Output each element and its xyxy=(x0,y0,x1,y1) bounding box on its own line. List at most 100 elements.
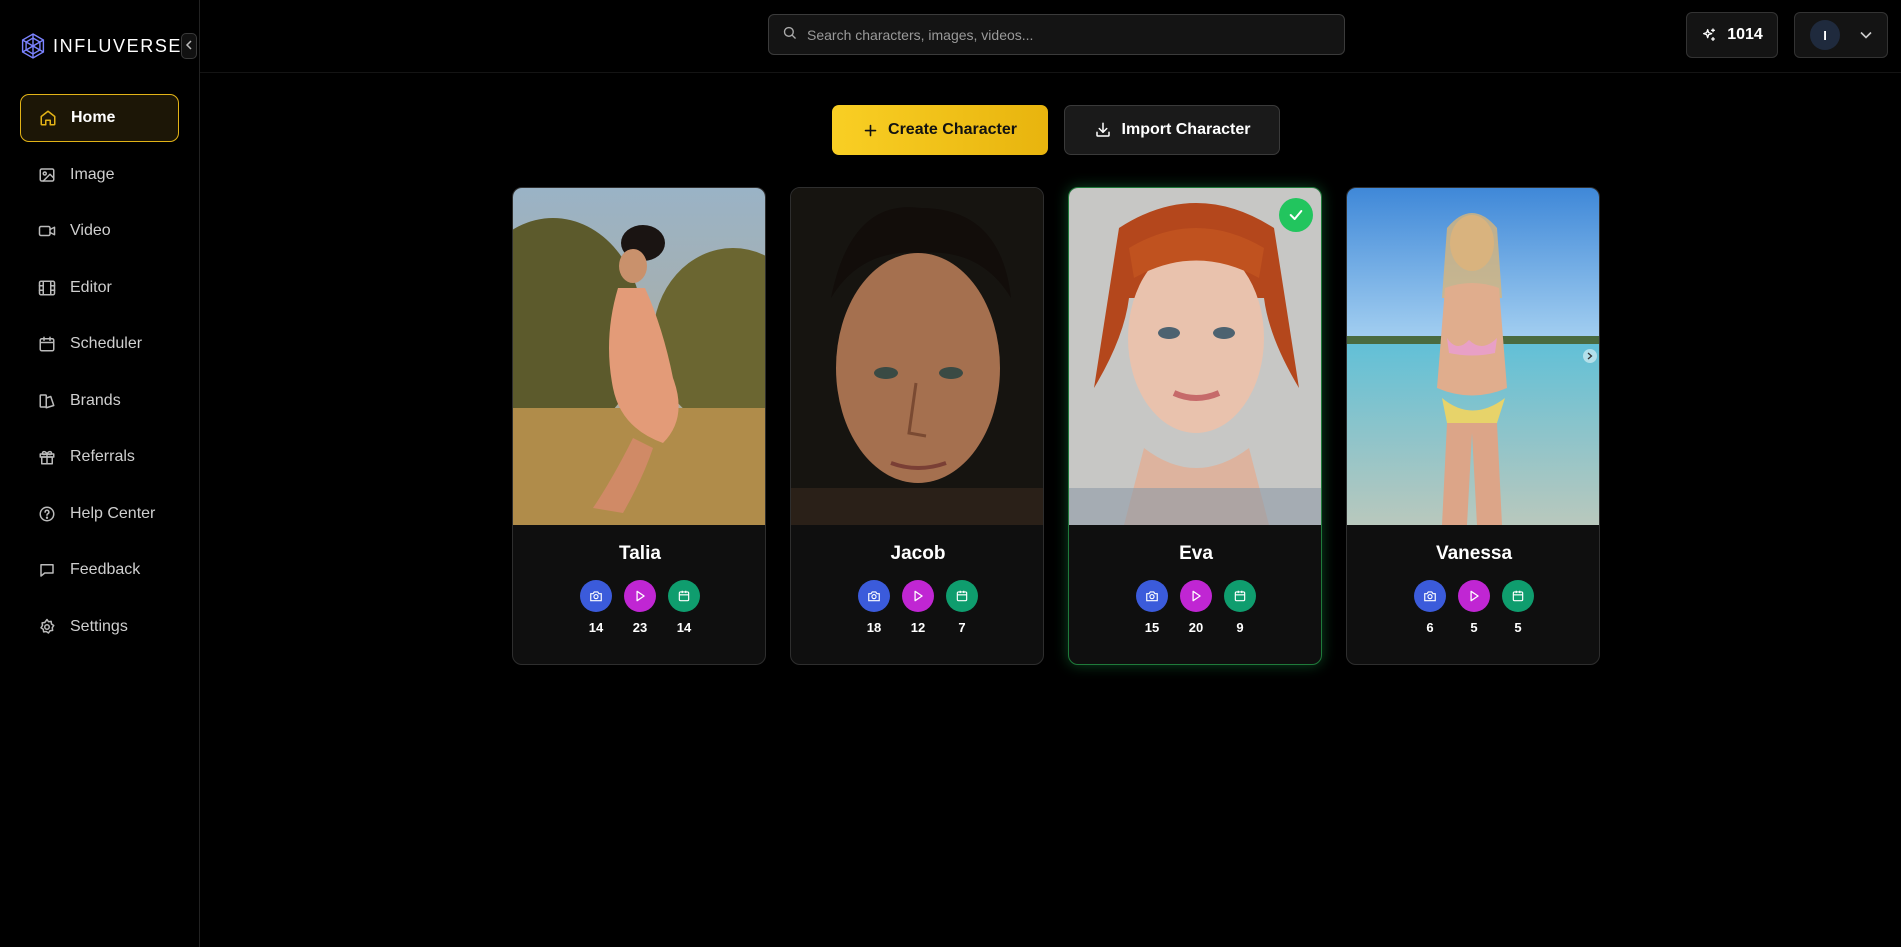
create-character-button[interactable]: Create Character xyxy=(832,105,1048,155)
avatar: I xyxy=(1810,20,1840,50)
character-name: Eva xyxy=(1179,543,1213,564)
camera-icon xyxy=(858,580,890,612)
images-count: 18 xyxy=(866,620,882,635)
gift-icon xyxy=(37,447,57,467)
character-stats: 18 12 7 xyxy=(791,580,1043,635)
videos-count: 12 xyxy=(910,620,926,635)
character-stats: 6 5 5 xyxy=(1347,580,1599,635)
brand-name: INFLUVERSE xyxy=(53,35,183,56)
sidebar-item-label: Video xyxy=(70,222,111,239)
scheduled-stat[interactable]: 9 xyxy=(1224,580,1256,635)
credits-button[interactable]: 1014 xyxy=(1686,12,1778,58)
character-card-vanessa[interactable]: Vanessa 6 5 5 xyxy=(1346,187,1600,665)
account-menu-button[interactable]: I xyxy=(1794,12,1888,58)
message-icon xyxy=(37,560,57,580)
sidebar-item-label: Brands xyxy=(70,391,121,409)
sidebar-item-label: Referrals xyxy=(70,448,135,465)
calendar-icon xyxy=(946,580,978,612)
play-icon xyxy=(1458,580,1490,612)
search-icon xyxy=(782,25,797,45)
sidebar-item-settings[interactable]: Settings xyxy=(20,603,179,651)
videos-stat[interactable]: 20 xyxy=(1180,580,1212,635)
calendar-icon xyxy=(1224,580,1256,612)
sidebar-item-feedback[interactable]: Feedback xyxy=(20,546,179,594)
sidebar-item-brands[interactable]: Brands xyxy=(20,377,179,425)
brand-logo[interactable]: INFLUVERSE xyxy=(19,31,182,61)
videos-stat[interactable]: 23 xyxy=(624,580,656,635)
search-bar[interactable] xyxy=(768,14,1345,55)
images-stat[interactable]: 18 xyxy=(858,580,890,635)
character-card-talia[interactable]: Talia 14 23 14 xyxy=(512,187,766,665)
video-icon xyxy=(37,221,57,241)
images-stat[interactable]: 14 xyxy=(580,580,612,635)
credits-count: 1014 xyxy=(1727,26,1763,43)
play-icon xyxy=(1180,580,1212,612)
character-card-jacob[interactable]: Jacob 18 12 7 xyxy=(790,187,1044,665)
character-photo xyxy=(1347,188,1599,525)
sidebar-item-label: Home xyxy=(71,109,116,126)
sidebar: INFLUVERSE Home Image Video Editor Sched… xyxy=(0,0,200,947)
images-count: 15 xyxy=(1144,620,1160,635)
character-name: Vanessa xyxy=(1435,543,1513,564)
search-input[interactable] xyxy=(807,26,1327,43)
scheduled-stat[interactable]: 14 xyxy=(668,580,700,635)
sidebar-item-home[interactable]: Home xyxy=(20,94,179,142)
download-icon xyxy=(1094,121,1112,139)
sidebar-item-video[interactable]: Video xyxy=(20,207,179,255)
sidebar-item-label: Help Center xyxy=(70,504,156,522)
header-divider xyxy=(200,72,1901,73)
calendar-icon xyxy=(668,580,700,612)
sidebar-nav: Home Image Video Editor Scheduler Brands… xyxy=(20,94,179,659)
videos-count: 5 xyxy=(1470,620,1478,635)
brands-icon xyxy=(37,391,57,411)
images-stat[interactable]: 6 xyxy=(1414,580,1446,635)
plus-icon xyxy=(863,123,878,138)
sparkles-icon xyxy=(1701,27,1717,43)
sidebar-item-image[interactable]: Image xyxy=(20,151,179,199)
character-photo xyxy=(791,188,1043,525)
camera-icon xyxy=(1136,580,1168,612)
videos-stat[interactable]: 5 xyxy=(1458,580,1490,635)
chevron-down-icon xyxy=(1860,31,1872,39)
collapse-sidebar-button[interactable] xyxy=(181,33,197,59)
sidebar-item-help-center[interactable]: Help Center xyxy=(20,490,179,538)
help-circle-icon xyxy=(37,504,57,524)
gear-icon xyxy=(37,617,57,637)
scheduled-count: 7 xyxy=(958,620,966,635)
home-icon xyxy=(38,108,58,128)
selected-check-icon xyxy=(1279,198,1313,232)
scheduled-count: 5 xyxy=(1514,620,1522,635)
character-card-eva[interactable]: Eva 15 20 9 xyxy=(1068,187,1322,665)
create-character-label: Create Character xyxy=(888,121,1017,138)
play-icon xyxy=(902,580,934,612)
videos-stat[interactable]: 12 xyxy=(902,580,934,635)
sidebar-item-label: Scheduler xyxy=(70,335,143,352)
videos-count: 23 xyxy=(632,620,648,635)
sidebar-item-scheduler[interactable]: Scheduler xyxy=(20,320,179,368)
character-stats: 14 23 14 xyxy=(513,580,765,635)
scheduled-count: 14 xyxy=(676,620,692,635)
scheduled-stat[interactable]: 7 xyxy=(946,580,978,635)
character-name: Jacob xyxy=(890,543,946,564)
images-count: 6 xyxy=(1426,620,1434,635)
scheduled-stat[interactable]: 5 xyxy=(1502,580,1534,635)
sidebar-item-referrals[interactable]: Referrals xyxy=(20,433,179,481)
images-stat[interactable]: 15 xyxy=(1136,580,1168,635)
scheduled-count: 9 xyxy=(1236,620,1244,635)
sidebar-item-label: Editor xyxy=(70,278,112,296)
next-image-icon[interactable] xyxy=(1583,349,1597,363)
images-count: 14 xyxy=(588,620,604,635)
image-icon xyxy=(37,165,57,185)
camera-icon xyxy=(580,580,612,612)
sidebar-item-label: Settings xyxy=(70,617,128,635)
character-name: Talia xyxy=(619,543,661,564)
calendar-icon xyxy=(1502,580,1534,612)
calendar-icon xyxy=(37,334,57,354)
character-photo xyxy=(513,188,765,525)
camera-icon xyxy=(1414,580,1446,612)
film-icon xyxy=(37,278,57,298)
import-character-button[interactable]: Import Character xyxy=(1064,105,1280,155)
import-character-label: Import Character xyxy=(1121,121,1251,138)
logo-icon xyxy=(19,32,47,60)
sidebar-item-editor[interactable]: Editor xyxy=(20,264,179,312)
